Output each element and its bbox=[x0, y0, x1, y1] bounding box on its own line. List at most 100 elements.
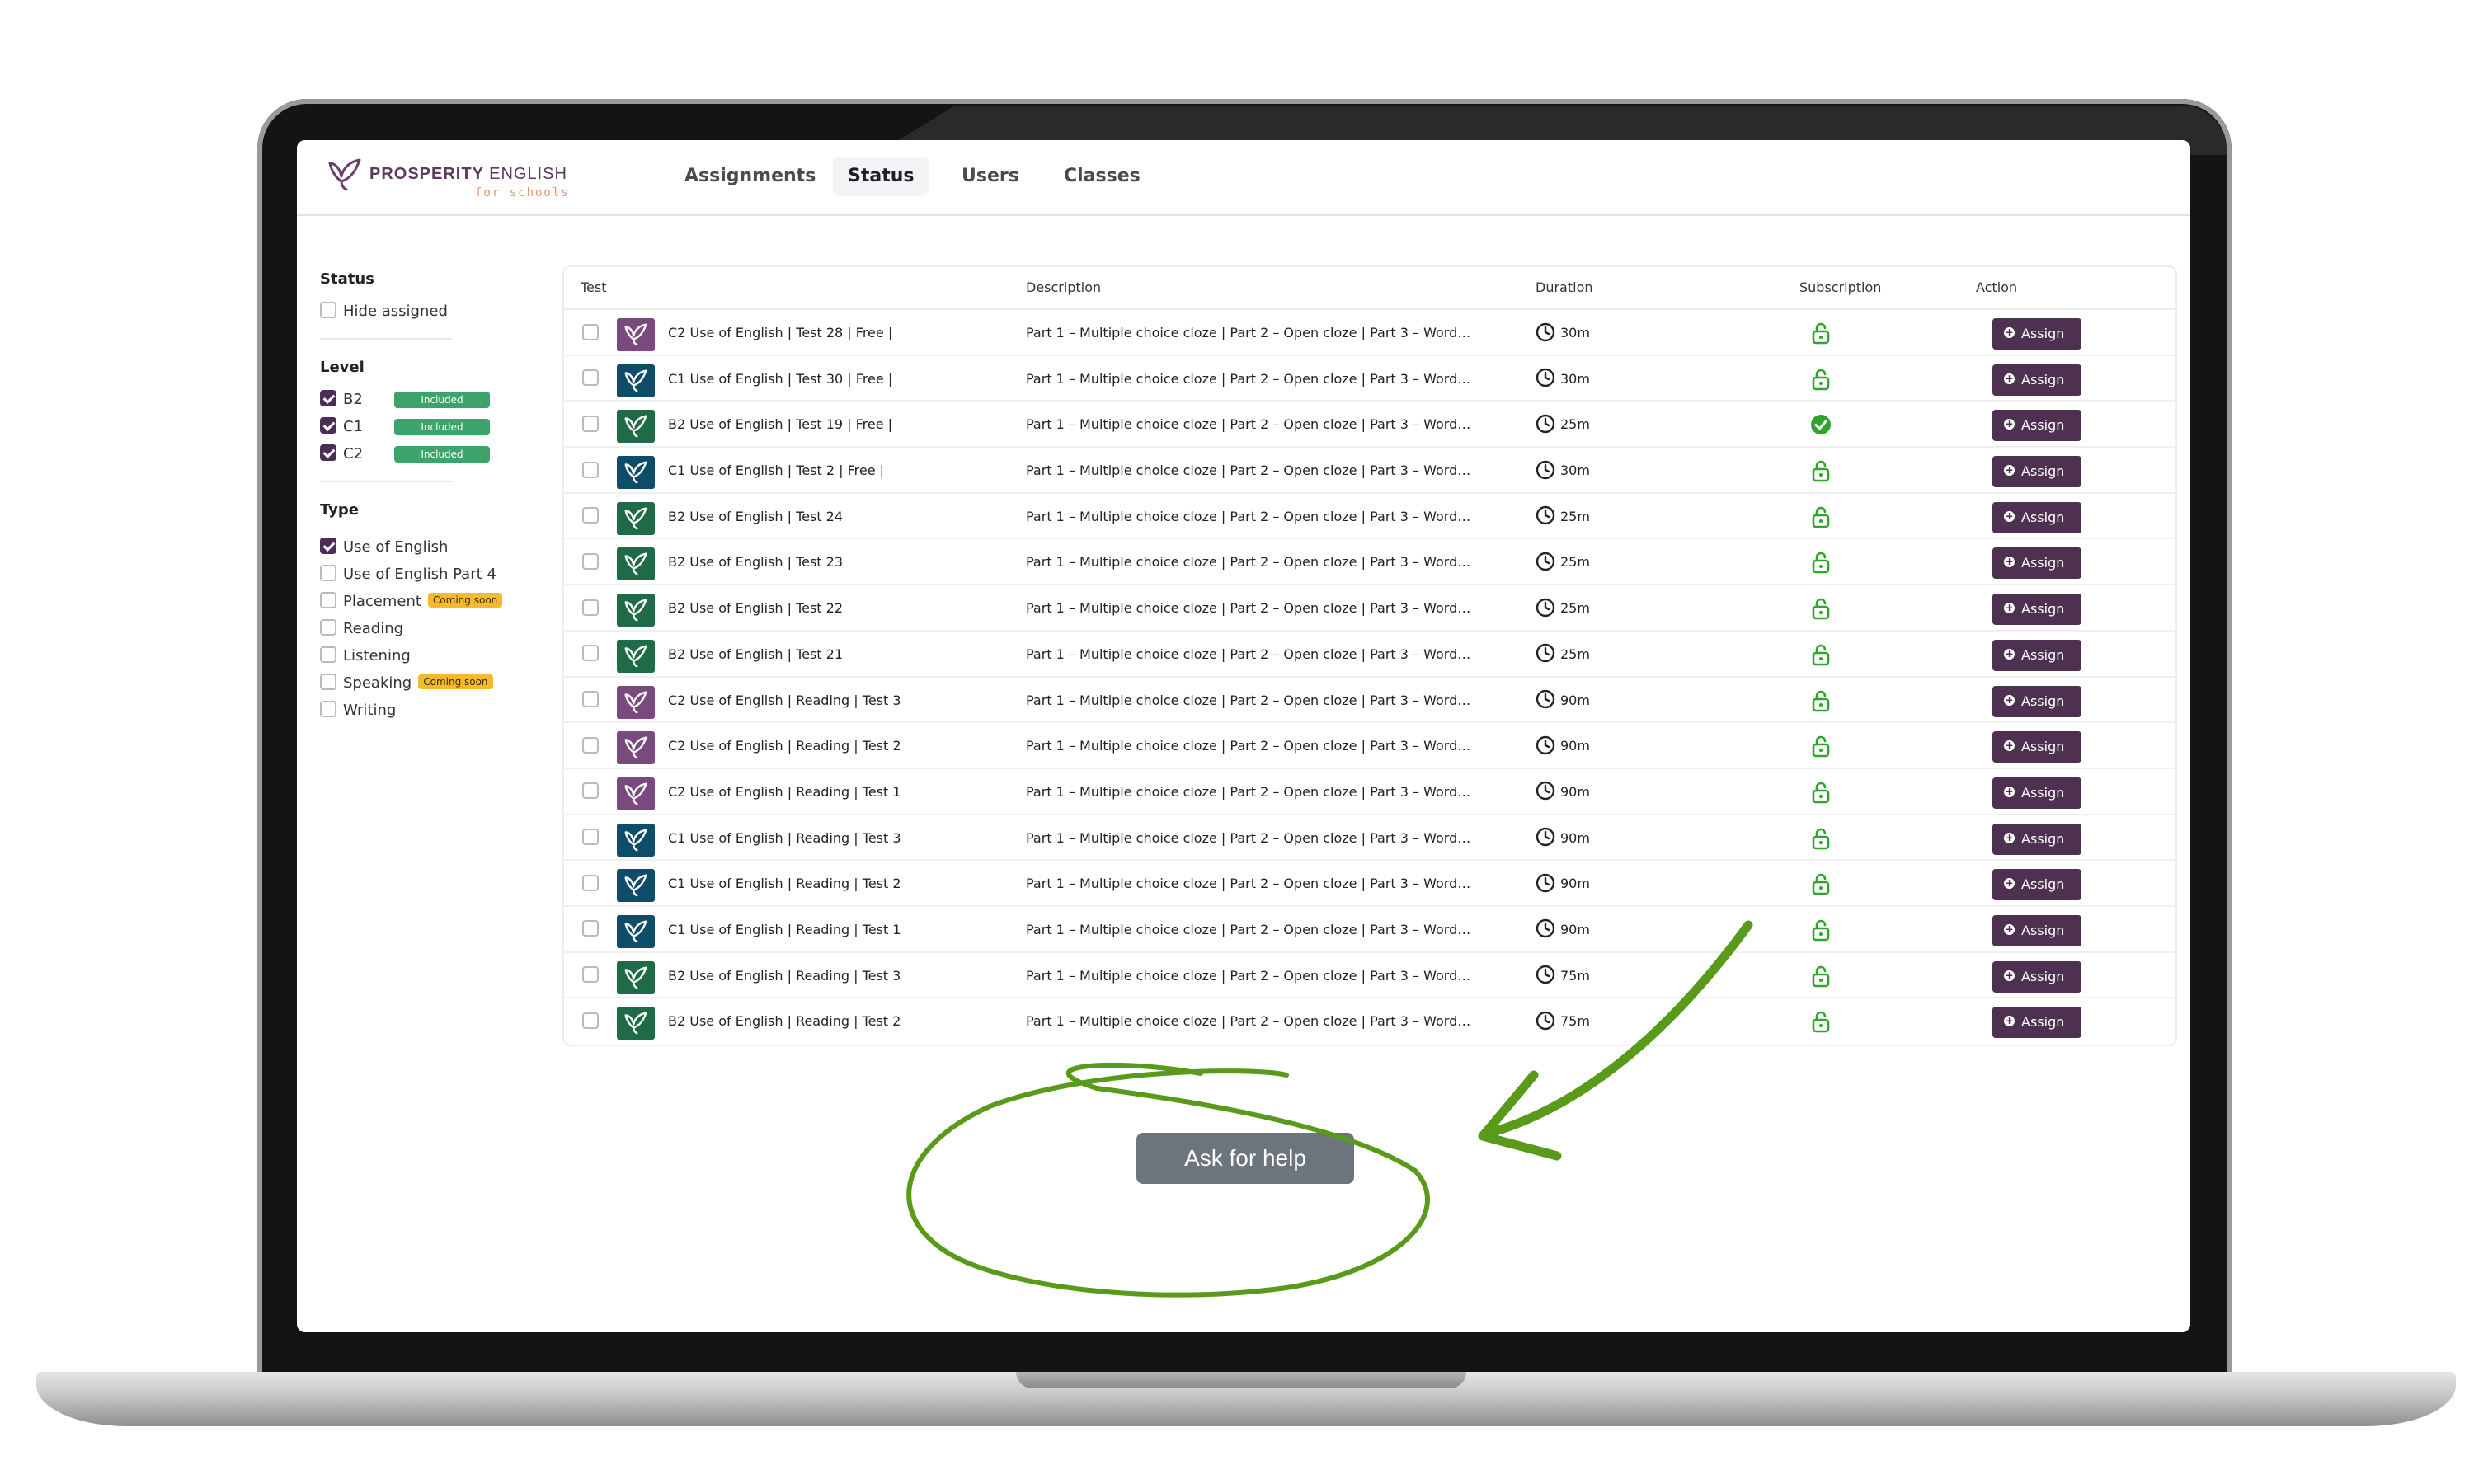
filter-type-checkbox[interactable] bbox=[320, 701, 336, 717]
assign-button[interactable]: + Assign bbox=[1992, 639, 2081, 671]
column-header-description[interactable]: Description bbox=[1026, 267, 1101, 308]
test-description: Part 1 – Multiple choice cloze | Part 2 … bbox=[1026, 508, 1471, 524]
filter-type-checkbox[interactable] bbox=[320, 646, 336, 663]
brand-name-bold: PROSPERITY bbox=[369, 165, 484, 183]
assign-label: Assign bbox=[2021, 371, 2065, 387]
assign-button[interactable]: + Assign bbox=[1992, 1007, 2081, 1039]
subscription-status bbox=[1809, 505, 1832, 532]
included-badge: Included bbox=[394, 446, 490, 463]
assign-button[interactable]: + Assign bbox=[1992, 869, 2081, 901]
test-name[interactable]: C1 Use of English | Reading | Test 2 bbox=[668, 861, 901, 906]
assign-label: Assign bbox=[2021, 876, 2065, 893]
assign-button[interactable]: + Assign bbox=[1992, 914, 2081, 946]
row-select-checkbox[interactable] bbox=[582, 920, 599, 937]
filter-type-checkbox[interactable] bbox=[320, 565, 336, 581]
laptop-base-notch bbox=[1016, 1372, 1466, 1388]
assign-button[interactable]: + Assign bbox=[1992, 594, 2081, 626]
assign-button[interactable]: + Assign bbox=[1992, 410, 2081, 442]
filter-type-listening[interactable]: Listening bbox=[320, 642, 534, 669]
column-header-subscription[interactable]: Subscription bbox=[1799, 267, 1881, 308]
test-name[interactable]: C2 Use of English | Test 28 | Free | bbox=[668, 310, 892, 355]
filter-type-use-of-english-part-4[interactable]: Use of English Part 4 bbox=[320, 561, 534, 588]
filter-level-checkbox[interactable] bbox=[320, 390, 336, 406]
tab-users[interactable]: Users bbox=[947, 157, 1034, 196]
row-select-checkbox[interactable] bbox=[582, 966, 599, 984]
filter-type-speaking[interactable]: Speaking Coming soon bbox=[320, 669, 534, 697]
filter-level-b2[interactable]: B2 Included bbox=[320, 386, 534, 413]
column-header-action[interactable]: Action bbox=[1976, 267, 2017, 308]
filter-hide-assigned[interactable]: Hide assigned bbox=[320, 298, 534, 325]
filter-level-checkbox[interactable] bbox=[320, 417, 336, 434]
filter-type-placement[interactable]: Placement Coming soon bbox=[320, 588, 534, 615]
test-name[interactable]: C1 Use of English | Reading | Test 3 bbox=[668, 815, 901, 861]
assign-button[interactable]: + Assign bbox=[1992, 823, 2081, 855]
test-name[interactable]: C1 Use of English | Reading | Test 1 bbox=[668, 907, 901, 952]
test-name[interactable]: C2 Use of English | Reading | Test 3 bbox=[668, 678, 901, 723]
assign-button[interactable]: + Assign bbox=[1992, 777, 2081, 809]
tab-assignments[interactable]: Assignments bbox=[670, 157, 830, 196]
test-name[interactable]: B2 Use of English | Test 23 bbox=[668, 539, 843, 585]
test-name[interactable]: C1 Use of English | Test 2 | Free | bbox=[668, 448, 884, 493]
assign-button[interactable]: + Assign bbox=[1992, 685, 2081, 717]
table-row: C1 Use of English | Reading | Test 2 Part… bbox=[564, 861, 2175, 907]
row-select-checkbox[interactable] bbox=[582, 507, 599, 524]
row-select-checkbox[interactable] bbox=[582, 829, 599, 846]
test-name[interactable]: C2 Use of English | Reading | Test 1 bbox=[668, 769, 901, 815]
row-select-checkbox[interactable] bbox=[582, 736, 599, 754]
row-select-checkbox[interactable] bbox=[582, 645, 599, 662]
test-thumbnail bbox=[617, 547, 655, 581]
tab-status[interactable]: Status bbox=[833, 157, 929, 196]
test-name[interactable]: B2 Use of English | Reading | Test 3 bbox=[668, 953, 901, 998]
hide-assigned-checkbox[interactable] bbox=[320, 302, 336, 318]
filter-type-writing[interactable]: Writing bbox=[320, 697, 534, 724]
assign-button[interactable]: + Assign bbox=[1992, 547, 2081, 580]
row-select-checkbox[interactable] bbox=[582, 691, 599, 707]
row-select-checkbox[interactable] bbox=[582, 782, 599, 800]
test-name[interactable]: B2 Use of English | Test 19 | Free | bbox=[668, 402, 892, 447]
filter-type-checkbox[interactable] bbox=[320, 592, 336, 608]
assign-button[interactable]: + Assign bbox=[1992, 731, 2081, 763]
test-name[interactable]: B2 Use of English | Test 24 bbox=[668, 494, 843, 539]
filter-level-c2[interactable]: C2 Included bbox=[320, 440, 534, 467]
filter-type-checkbox[interactable] bbox=[320, 538, 336, 554]
row-select-checkbox[interactable] bbox=[582, 599, 599, 616]
test-thumbnail bbox=[617, 823, 655, 857]
row-select-checkbox[interactable] bbox=[582, 552, 599, 570]
test-duration: 90m bbox=[1536, 861, 1590, 906]
filter-level-c1[interactable]: C1 Included bbox=[320, 413, 534, 440]
filter-level-checkbox[interactable] bbox=[320, 444, 336, 461]
ask-for-help-button[interactable]: Ask for help bbox=[1136, 1133, 1354, 1184]
filter-type-use-of-english[interactable]: Use of English bbox=[320, 533, 534, 561]
brand-logo[interactable]: PROSPERITY ENGLISH for schools bbox=[327, 155, 574, 201]
test-duration: 30m bbox=[1536, 310, 1590, 355]
test-name[interactable]: B2 Use of English | Test 22 bbox=[668, 585, 843, 631]
test-thumbnail bbox=[617, 914, 655, 948]
row-select-checkbox[interactable] bbox=[582, 323, 599, 340]
column-header-duration[interactable]: Duration bbox=[1536, 267, 1593, 308]
row-select-checkbox[interactable] bbox=[582, 874, 599, 891]
assign-button[interactable]: + Assign bbox=[1992, 364, 2081, 396]
filter-label: Use of English bbox=[343, 538, 449, 556]
assign-button[interactable]: + Assign bbox=[1992, 318, 2081, 350]
clock-icon bbox=[1536, 368, 1555, 387]
assign-label: Assign bbox=[2021, 830, 2065, 847]
table-row: B2 Use of English | Test 22 Part 1 – Mult… bbox=[564, 585, 2175, 632]
tab-classes[interactable]: Classes bbox=[1049, 157, 1155, 196]
filter-type-checkbox[interactable] bbox=[320, 674, 336, 690]
test-thumbnail bbox=[617, 1007, 655, 1040]
assign-button[interactable]: + Assign bbox=[1992, 456, 2081, 488]
bird-logo-icon bbox=[624, 507, 647, 530]
row-select-checkbox[interactable] bbox=[582, 461, 599, 478]
row-select-checkbox[interactable] bbox=[582, 415, 599, 432]
row-select-checkbox[interactable] bbox=[582, 369, 599, 387]
column-header-test[interactable]: Test bbox=[581, 267, 607, 308]
test-name[interactable]: B2 Use of English | Test 21 bbox=[668, 632, 843, 677]
assign-button[interactable]: + Assign bbox=[1992, 501, 2081, 533]
test-name[interactable]: C1 Use of English | Test 30 | Free | bbox=[668, 356, 892, 402]
row-select-checkbox[interactable] bbox=[582, 1012, 599, 1029]
test-name[interactable]: C2 Use of English | Reading | Test 2 bbox=[668, 723, 901, 768]
test-name[interactable]: B2 Use of English | Reading | Test 2 bbox=[668, 998, 901, 1044]
filter-type-checkbox[interactable] bbox=[320, 619, 336, 636]
filter-type-reading[interactable]: Reading bbox=[320, 615, 534, 642]
assign-button[interactable]: + Assign bbox=[1992, 960, 2081, 993]
